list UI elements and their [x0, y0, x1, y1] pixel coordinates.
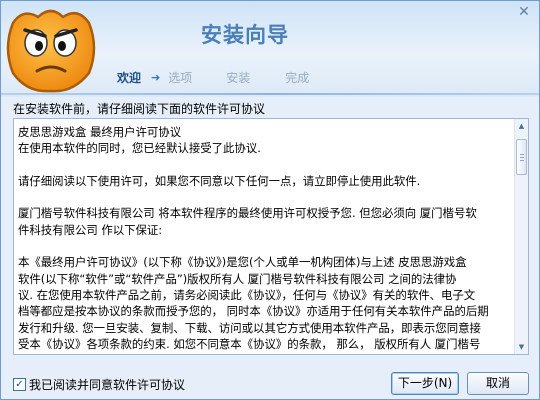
grip-line [520, 157, 524, 158]
instruction-text: 在安装软件前，请仔细阅读下面的软件许可协议 [13, 102, 266, 116]
license-line: 受本《协议》各项条款的约束. 如您不同意本《协议》的条款， 那么， 版权所有人 … [18, 336, 481, 351]
license-line: 软件(以下称“软件”或“软件产品”)版权所有人 厦门楷号软件科技有限公司 之间的… [18, 271, 457, 286]
step-finish: 完成 [285, 70, 310, 85]
close-icon[interactable]: ✕ [515, 4, 533, 20]
license-line [18, 189, 508, 205]
license-line: 本《最终用户许可协议》(以下称《协议》)是您(个人或单一机构团体)与上述 皮思思… [18, 255, 467, 270]
cancel-button[interactable]: 取消 [467, 372, 529, 395]
arrow-right-icon: ➔ [151, 70, 161, 84]
agree-checkbox-row[interactable]: ✓ 我已阅读并同意软件许可协议 [13, 376, 185, 393]
step-install: 安装 [226, 70, 251, 85]
mascot-logo-icon [6, 9, 96, 93]
license-line [18, 157, 508, 173]
installer-window: 安装向导 ✕ 欢迎 ➔ 选项 安装 完成 在安装软件前，请仔细阅读下面的软件许可… [0, 0, 540, 400]
step-options: 选项 [168, 70, 193, 85]
license-line: 皮思思游戏盒 最终用户许可协议 [18, 125, 182, 139]
license-line: 档等都应是按本协议的条款而授予您的， 同时本《协议》亦适用于任何有关本软件产品的… [18, 304, 489, 319]
license-textbox[interactable]: 皮思思游戏盒 最终用户许可协议在使用本软件的同时，您已经默认接受了此协议. 请仔细… [13, 118, 529, 355]
header-banner: 安装向导 ✕ 欢迎 ➔ 选项 安装 完成 [1, 1, 539, 97]
agree-label[interactable]: 我已阅读并同意软件许可协议 [29, 376, 185, 393]
scroll-up-icon[interactable]: ▲ [515, 119, 528, 133]
license-line: 请仔细阅读以下使用许可，如果您不同意以下任何一点，请立即停止使用此软件. [18, 173, 421, 188]
license-line: 厦门楷号软件科技有限公司 将本软件程序的最终使用许可权授予您. 但您必须向 厦门… [18, 206, 477, 221]
license-line [18, 238, 508, 254]
header-divider [1, 93, 539, 95]
license-line: 在使用本软件的同时，您已经默认接受了此协议. [18, 141, 261, 156]
grip-line [520, 154, 524, 155]
window-title: 安装向导 [201, 23, 289, 47]
grip-line [520, 160, 524, 161]
next-button[interactable]: 下一步(N) [391, 372, 459, 395]
agree-checkbox[interactable]: ✓ [13, 378, 26, 391]
scrollbar-thumb[interactable] [516, 139, 527, 175]
check-icon: ✓ [15, 379, 24, 390]
license-line: 发行和升级. 您一旦安装、复制、下载、访问或以其它方式使用本软件产品，即表示您同… [18, 320, 481, 335]
license-text: 皮思思游戏盒 最终用户许可协议在使用本软件的同时，您已经默认接受了此协议. 请仔细… [18, 124, 508, 352]
vertical-scrollbar[interactable]: ▲ ▼ [514, 119, 528, 354]
step-welcome: 欢迎 [117, 70, 142, 85]
step-indicator: 欢迎 ➔ 选项 安装 完成 [117, 69, 309, 85]
scroll-down-icon[interactable]: ▼ [515, 340, 528, 354]
license-line: 件科技有限公司 作以下保证: [18, 222, 163, 237]
license-line: 议. 在您使用本软件产品之前，请务必阅读此《协议》，任何与《协议》有关的软件、电… [18, 287, 476, 302]
